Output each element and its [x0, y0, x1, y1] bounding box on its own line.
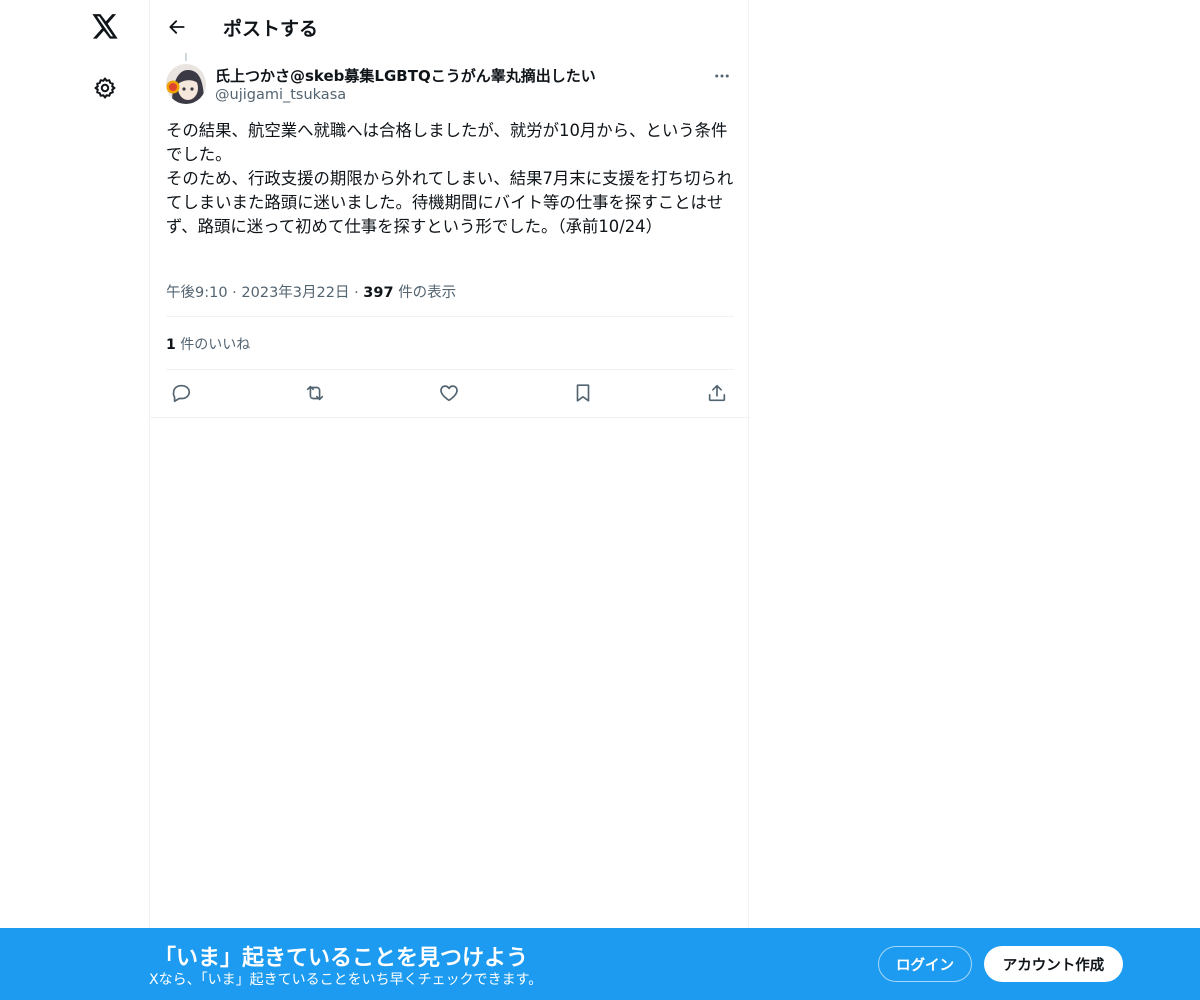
- author-handle[interactable]: @ujigami_tsukasa: [215, 87, 346, 103]
- banner-title: 「いま」起きていることを見つけよう: [154, 946, 529, 971]
- meta-separator: ·: [232, 285, 237, 301]
- avatar[interactable]: [166, 64, 206, 104]
- page-title: ポストする: [223, 18, 319, 40]
- main-column: ポストする 氏上つかさ@skeb募集LGBTQこうがん睾丸摘出したい @ujig…: [149, 0, 750, 930]
- views-count: 397: [363, 285, 394, 301]
- thread-line: [185, 53, 187, 61]
- gear-icon[interactable]: [91, 74, 119, 102]
- heart-icon[interactable]: [434, 378, 464, 408]
- signup-banner: 「いま」起きていることを見つけよう Xなら、「いま」起きていることをいち早くチェ…: [0, 928, 1200, 1000]
- signup-button[interactable]: アカウント作成: [984, 946, 1123, 982]
- login-button[interactable]: ログイン: [878, 946, 972, 982]
- repost-icon[interactable]: [300, 378, 330, 408]
- arrow-left-icon[interactable]: [164, 14, 190, 40]
- meta-separator: ·: [354, 285, 359, 301]
- ellipsis-icon[interactable]: [710, 64, 734, 88]
- post-meta: 午後9:10 · 2023年3月22日 · 397 件の表示: [166, 281, 456, 302]
- action-bar: [166, 378, 738, 408]
- divider: [166, 369, 734, 370]
- post-text: その結果、航空業へ就職へは合格しましたが、就労が10月から、という条件でした。 …: [166, 121, 734, 236]
- banner-subtitle: Xなら、「いま」起きていることをいち早くチェックできます。: [149, 972, 543, 988]
- x-logo-icon[interactable]: [88, 10, 122, 44]
- bookmark-icon[interactable]: [568, 378, 598, 408]
- left-nav: [80, 0, 130, 930]
- post-date[interactable]: 2023年3月22日: [241, 285, 349, 301]
- share-icon[interactable]: [702, 378, 732, 408]
- likes-count: 1: [166, 337, 176, 353]
- likes-link[interactable]: 1 件のいいね: [166, 334, 250, 354]
- author-name[interactable]: 氏上つかさ@skeb募集LGBTQこうがん睾丸摘出したい: [215, 65, 596, 86]
- page-header: ポストする: [150, 0, 750, 53]
- post-author: 氏上つかさ@skeb募集LGBTQこうがん睾丸摘出したい @ujigami_ts…: [166, 64, 734, 108]
- post-time[interactable]: 午後9:10: [166, 285, 228, 301]
- divider: [150, 417, 750, 418]
- divider: [166, 316, 734, 317]
- reply-icon[interactable]: [166, 378, 196, 408]
- likes-label: 件のいいね: [180, 337, 251, 353]
- views-label: 件の表示: [398, 285, 457, 301]
